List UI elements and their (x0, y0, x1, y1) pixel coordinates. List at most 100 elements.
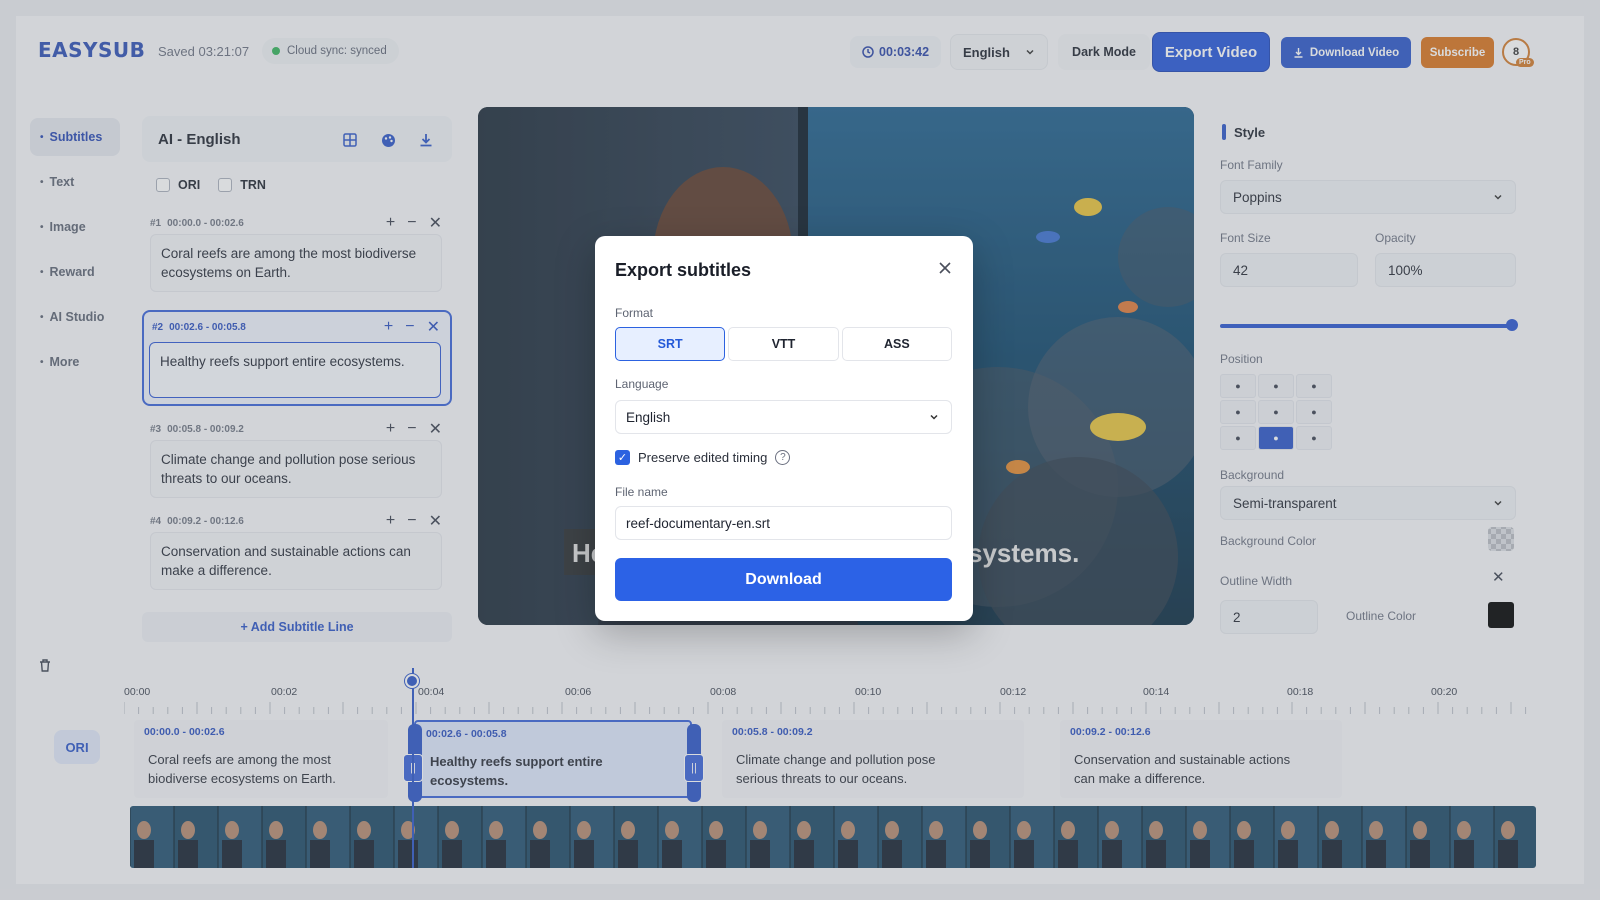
subtitle-text-field[interactable]: Conservation and sustainable actions can… (150, 532, 442, 590)
playhead[interactable] (412, 668, 414, 868)
file-name-label: File name (615, 485, 668, 499)
ori-label: ORI (178, 178, 201, 192)
filmstrip-frame (349, 806, 394, 868)
chevron-down-icon (1494, 194, 1502, 200)
background-value: Semi-transparent (1233, 495, 1337, 511)
filmstrip-frame (525, 806, 570, 868)
font-size-input[interactable]: 42 (1220, 253, 1358, 287)
close-icon[interactable]: ✕ (429, 419, 442, 439)
subtitle-meta: #1 00:00.0 - 00:02.6 (150, 212, 244, 234)
ruler-label: 00:02 (271, 686, 298, 698)
timeline-clip-selected[interactable]: 00:02.6 - 00:05.8 Healthy reefs support … (414, 720, 692, 798)
file-name-input[interactable] (615, 506, 952, 540)
background-color-label: Background Color (1220, 534, 1317, 548)
position-middle-right[interactable]: ● (1296, 400, 1332, 424)
clip-time: 00:05.8 - 00:09.2 (732, 726, 813, 738)
background-select[interactable]: Semi-transparent (1220, 486, 1516, 520)
help-icon[interactable]: ? (775, 450, 791, 465)
subtitle-text-field[interactable]: Coral reefs are among the most biodivers… (150, 234, 442, 292)
filmstrip-frame (217, 806, 262, 868)
trn-label: TRN (240, 178, 266, 192)
close-icon[interactable]: ✕ (427, 317, 440, 337)
position-top-center[interactable]: ● (1258, 374, 1294, 398)
sidebar-item-image[interactable]: • Image (30, 208, 120, 246)
trash-icon[interactable] (38, 658, 52, 678)
subtitle-actions: + − ✕ (386, 510, 442, 532)
export-video-button[interactable]: Export Video (1152, 32, 1270, 72)
plus-icon[interactable]: + (386, 420, 395, 438)
timeline-clip[interactable]: 00:05.8 - 00:09.2 Climate change and pol… (722, 720, 1024, 798)
filmstrip-frame (1493, 806, 1536, 868)
grid-layout-icon[interactable] (338, 129, 362, 151)
language-select[interactable]: English (615, 400, 952, 434)
opacity-slider-track[interactable] (1220, 324, 1512, 328)
opacity-input[interactable]: 100% (1375, 253, 1516, 287)
close-icon[interactable]: ✕ (429, 213, 442, 233)
top-header: EASYSUB Saved 03:21:07 Cloud sync: synce… (16, 16, 1584, 88)
timeline-clip[interactable]: 00:00.0 - 00:02.6 Coral reefs are among … (134, 720, 388, 798)
opacity-slider-thumb[interactable] (1506, 319, 1518, 331)
minus-icon[interactable]: − (405, 318, 414, 336)
position-bottom-center[interactable]: ● (1258, 426, 1294, 450)
filmstrip-frame (701, 806, 746, 868)
minus-icon[interactable]: − (407, 512, 416, 530)
sidebar-item-label: More (49, 355, 80, 369)
close-icon[interactable]: ✕ (1492, 568, 1505, 586)
close-icon[interactable]: ✕ (429, 511, 442, 531)
preserve-timing-checkbox[interactable]: ✓ Preserve edited timing ? (615, 450, 791, 465)
bullet-icon: • (40, 176, 44, 188)
sidebar-item-reward[interactable]: • Reward (30, 253, 120, 291)
ori-checkbox[interactable]: ORI (156, 178, 200, 192)
position-middle-center[interactable]: ● (1258, 400, 1294, 424)
plus-icon[interactable]: + (386, 214, 395, 232)
add-subtitle-line-button[interactable]: + Add Subtitle Line (142, 612, 452, 642)
download-button[interactable]: Download (615, 558, 952, 601)
close-icon[interactable] (935, 258, 955, 278)
checkbox-icon (156, 178, 170, 192)
subtitle-actions: + − ✕ (386, 212, 442, 234)
ruler-label: 00:00 (124, 686, 151, 698)
palette-icon[interactable] (376, 129, 400, 151)
download-icon[interactable] (414, 129, 438, 151)
plus-icon[interactable]: + (386, 512, 395, 530)
track-label-ori[interactable]: ORI (54, 730, 100, 764)
subtitle-text-field[interactable]: Climate change and pollution pose seriou… (150, 440, 442, 498)
trn-checkbox[interactable]: TRN (218, 178, 266, 192)
timeline-clip[interactable]: 00:09.2 - 00:12.6 Conservation and susta… (1060, 720, 1342, 798)
sidebar-item-ai-studio[interactable]: • AI Studio (30, 298, 120, 336)
subscribe-button[interactable]: Subscribe (1421, 37, 1494, 68)
minus-icon[interactable]: − (407, 214, 416, 232)
outline-width-label: Outline Width (1220, 574, 1293, 588)
drag-handle-icon[interactable]: || (684, 754, 704, 782)
position-bottom-right[interactable]: ● (1296, 426, 1332, 450)
background-color-swatch[interactable] (1488, 527, 1514, 551)
position-bottom-left[interactable]: ● (1220, 426, 1256, 450)
clip-text: Healthy reefs support entire ecosystems. (430, 754, 603, 788)
ruler-label: 00:14 (1143, 686, 1170, 698)
plus-icon[interactable]: + (384, 318, 393, 336)
language-select[interactable]: English (950, 34, 1048, 70)
format-ass-button[interactable]: ASS (841, 327, 952, 361)
position-top-left[interactable]: ● (1220, 374, 1256, 398)
playhead-handle[interactable] (405, 674, 419, 688)
format-srt-button[interactable]: SRT (615, 327, 726, 361)
filmstrip-frame (1141, 806, 1186, 868)
dark-mode-button[interactable]: Dark Mode (1058, 34, 1150, 70)
font-family-select[interactable]: Poppins (1220, 180, 1516, 214)
format-vtt-button[interactable]: VTT (728, 327, 839, 361)
outline-width-input[interactable]: 2 (1220, 600, 1318, 634)
sidebar-item-text[interactable]: • Text (30, 163, 120, 201)
position-middle-left[interactable]: ● (1220, 400, 1256, 424)
position-top-right[interactable]: ● (1296, 374, 1332, 398)
filmstrip-frame (261, 806, 306, 868)
sidebar-item-subtitles[interactable]: • Subtitles (30, 118, 120, 156)
download-video-button[interactable]: Download Video (1281, 37, 1411, 68)
format-options: SRT VTT ASS (615, 327, 952, 361)
minus-icon[interactable]: − (407, 420, 416, 438)
outline-color-swatch[interactable] (1488, 602, 1514, 628)
filmstrip-frame (1317, 806, 1362, 868)
subtitle-text-field[interactable]: Healthy reefs support entire ecosystems. (149, 342, 441, 398)
sidebar-item-more[interactable]: • More (30, 343, 120, 381)
video-filmstrip[interactable] (130, 806, 1536, 868)
subtitle-item: #1 00:00.0 - 00:02.6 + − ✕ Coral reefs are … (142, 212, 452, 296)
